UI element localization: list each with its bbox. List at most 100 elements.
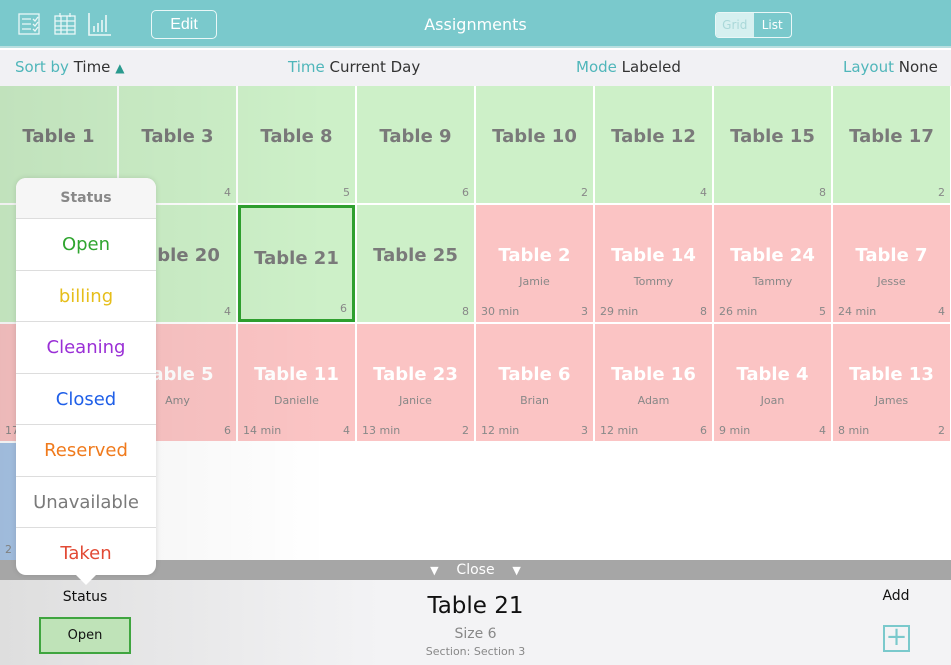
party-size: 4: [224, 186, 231, 199]
party-size: 4: [224, 305, 231, 318]
grid-view-tab[interactable]: Grid: [716, 13, 754, 37]
table-cell[interactable]: Table 11 Danielle 14 min 4: [238, 324, 355, 441]
party-size: 3: [581, 424, 588, 437]
elapsed-time: 8 min: [838, 424, 870, 437]
status-option-unavailable[interactable]: Unavailable: [16, 477, 156, 528]
status-option-reserved[interactable]: Reserved: [16, 425, 156, 477]
sort-by-filter[interactable]: Sort by Time ▲: [15, 58, 124, 76]
chevron-down-icon: ▼: [512, 564, 521, 577]
party-size: 8: [819, 186, 826, 199]
filter-bar: Sort by Time ▲ Time Current Day Mode Lab…: [0, 50, 951, 86]
table-name: Table 17: [849, 126, 934, 147]
elapsed-time: 12 min: [600, 424, 639, 437]
guest-name: Adam: [637, 394, 670, 407]
add-label: Add: [882, 588, 910, 604]
party-size: 8: [700, 305, 707, 318]
status-option-billing[interactable]: billing: [16, 271, 156, 322]
add-button[interactable]: +: [883, 622, 910, 652]
popover-title: Status: [16, 178, 156, 219]
table-cell[interactable]: Table 17 2: [833, 86, 950, 203]
party-size: 8: [462, 305, 469, 318]
table-name: Table 11: [254, 364, 339, 385]
guest-name: Janice: [399, 394, 432, 407]
guest-name: Danielle: [274, 394, 319, 407]
plus-icon: +: [885, 622, 908, 652]
edit-button[interactable]: Edit: [151, 10, 217, 39]
time-label: Time: [288, 58, 325, 76]
layout-value: None: [898, 58, 938, 76]
table-name: Table 21: [254, 248, 339, 269]
status-button[interactable]: Open: [39, 617, 131, 654]
table-cell[interactable]: Table 15 8: [714, 86, 831, 203]
checklist-icon[interactable]: [17, 12, 41, 36]
table-name: Table 14: [611, 245, 696, 266]
table-cell[interactable]: Table 16 Adam 12 min 6: [595, 324, 712, 441]
guest-name: Tommy: [633, 275, 674, 288]
party-size: 4: [343, 424, 350, 437]
table-name: Table 12: [611, 126, 696, 147]
view-toggle: Grid List: [715, 12, 792, 38]
mode-value: Labeled: [621, 58, 681, 76]
guest-name: Joan: [760, 394, 785, 407]
close-label: Close: [456, 562, 495, 578]
detail-size: Size 6: [454, 626, 497, 642]
table-cell[interactable]: Table 14 Tommy 29 min 8: [595, 205, 712, 322]
party-size: 6: [340, 302, 347, 315]
detail-panel: Status Open Table 21 Size 6 Section: Sec…: [0, 580, 951, 665]
table-cell[interactable]: Table 4 Joan 9 min 4: [714, 324, 831, 441]
sort-by-label: Sort by: [15, 58, 69, 76]
page-title: Assignments: [424, 15, 527, 34]
table-name: Table 9: [379, 126, 452, 147]
elapsed-time: 9 min: [719, 424, 751, 437]
table-name: Table 23: [373, 364, 458, 385]
table-name: Table 3: [141, 126, 214, 147]
table-name: Table 7: [855, 245, 928, 266]
party-size: 2: [581, 186, 588, 199]
table-cell[interactable]: Table 23 Janice 13 min 2: [357, 324, 474, 441]
table-name: Table 8: [260, 126, 333, 147]
status-option-taken[interactable]: Taken: [16, 528, 156, 580]
status-popover: Status Open billing Cleaning Closed Reserved…: [16, 178, 156, 585]
party-size: 2: [938, 186, 945, 199]
time-filter[interactable]: Time Current Day: [288, 58, 420, 76]
elapsed-time: 13 min: [362, 424, 401, 437]
guest-name: James: [874, 394, 909, 407]
table-name: Table 2: [498, 245, 571, 266]
table-cell[interactable]: Table 2 Jamie 30 min 3: [476, 205, 593, 322]
list-view-tab[interactable]: List: [754, 13, 792, 37]
layout-filter[interactable]: Layout None: [843, 58, 938, 76]
status-option-open[interactable]: Open: [16, 219, 156, 271]
table-cell[interactable]: Table 7 Jesse 24 min 4: [833, 205, 950, 322]
popover-arrow: [76, 575, 96, 585]
party-size: 6: [700, 424, 707, 437]
elapsed-time: 24 min: [838, 305, 877, 318]
bar-chart-icon[interactable]: [88, 12, 112, 36]
party-size: 5: [343, 186, 350, 199]
calendar-icon[interactable]: [53, 12, 77, 36]
mode-filter[interactable]: Mode Labeled: [576, 58, 681, 76]
table-name: Table 25: [373, 245, 458, 266]
elapsed-time: 26 min: [719, 305, 758, 318]
table-cell[interactable]: Table 21 6: [238, 205, 355, 322]
elapsed-time: 29 min: [600, 305, 639, 318]
table-cell[interactable]: Table 6 Brian 12 min 3: [476, 324, 593, 441]
table-name: Table 15: [730, 126, 815, 147]
table-cell[interactable]: Table 12 4: [595, 86, 712, 203]
party-size: 4: [700, 186, 707, 199]
mode-label: Mode: [576, 58, 617, 76]
table-cell[interactable]: Table 24 Tammy 26 min 5: [714, 205, 831, 322]
table-cell[interactable]: Table 25 8: [357, 205, 474, 322]
party-size: 2: [938, 424, 945, 437]
table-cell[interactable]: Table 13 James 8 min 2: [833, 324, 950, 441]
table-cell[interactable]: Table 9 6: [357, 86, 474, 203]
status-option-closed[interactable]: Closed: [16, 374, 156, 425]
table-cell[interactable]: Table 8 5: [238, 86, 355, 203]
table-name: Table 10: [492, 126, 577, 147]
party-size: 6: [224, 424, 231, 437]
layout-label: Layout: [843, 58, 894, 76]
guest-name: Tammy: [752, 275, 793, 288]
table-cell[interactable]: Table 10 2: [476, 86, 593, 203]
guest-name: Jamie: [519, 275, 550, 288]
triangle-up-icon: ▲: [115, 61, 125, 75]
status-option-cleaning[interactable]: Cleaning: [16, 322, 156, 374]
